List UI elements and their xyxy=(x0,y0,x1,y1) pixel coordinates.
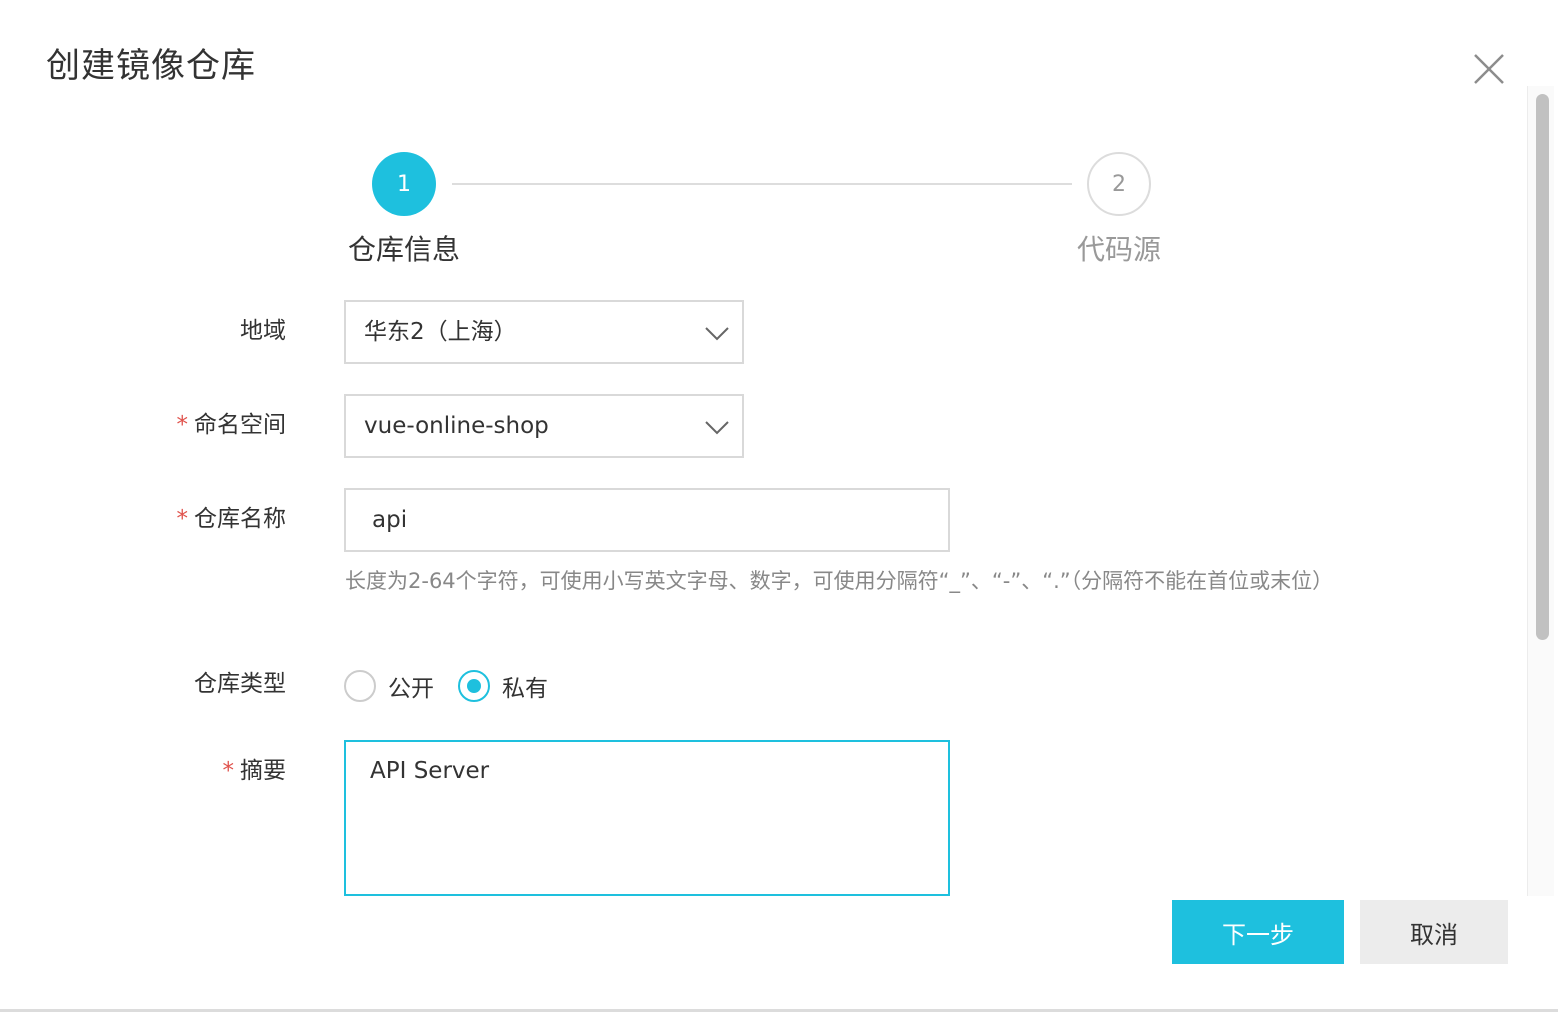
required-mark: * xyxy=(222,758,235,784)
repo-name-help: 长度为2-64个字符，可使用小写英文字母、数字，可使用分隔符“_”、“-”、“.… xyxy=(345,569,1334,593)
scrollbar[interactable] xyxy=(1527,86,1554,896)
scrollbar-thumb[interactable] xyxy=(1536,94,1549,640)
step-1-label: 仓库信息 xyxy=(347,233,460,266)
step-2-label: 代码源 xyxy=(1076,233,1161,266)
chevron-down-icon xyxy=(705,327,729,341)
region-select[interactable]: 华东2（上海） xyxy=(344,300,744,364)
summary-textarea[interactable]: API Server xyxy=(344,740,950,896)
radio-option-private[interactable]: 私有 xyxy=(458,669,548,703)
next-step-button[interactable]: 下一步 xyxy=(1172,900,1344,964)
namespace-select[interactable]: vue-online-shop xyxy=(344,394,744,458)
required-mark: * xyxy=(176,506,189,532)
step-1-indicator: 1 xyxy=(372,152,436,216)
dialog-title: 创建镜像仓库 xyxy=(46,46,256,86)
radio-public-label: 公开 xyxy=(388,676,434,702)
namespace-label: * 命名空间 xyxy=(176,412,287,438)
repo-type-label: 仓库类型 xyxy=(194,671,286,697)
chevron-down-icon xyxy=(705,421,729,435)
summary-label: * 摘要 xyxy=(222,758,287,784)
radio-private[interactable] xyxy=(458,670,490,702)
repo-name-input[interactable] xyxy=(344,488,950,552)
radio-option-public[interactable]: 公开 xyxy=(344,669,434,703)
cancel-button[interactable]: 取消 xyxy=(1360,900,1508,964)
radio-public[interactable] xyxy=(344,670,376,702)
close-icon xyxy=(1474,54,1504,84)
repo-name-label: * 仓库名称 xyxy=(176,506,287,532)
step-connector xyxy=(452,183,1072,185)
region-select-value: 华东2（上海） xyxy=(364,319,517,345)
create-repo-dialog: 创建镜像仓库 1 2 仓库信息 代码源 地域 华东2（上海） * 命名空间 vue… xyxy=(0,0,1558,1012)
radio-private-label: 私有 xyxy=(502,676,548,702)
namespace-select-value: vue-online-shop xyxy=(364,413,549,439)
region-label: 地域 xyxy=(240,318,286,344)
step-2-indicator: 2 xyxy=(1087,152,1151,216)
close-button[interactable] xyxy=(1466,46,1512,92)
repo-type-radio-group: 公开 私有 xyxy=(344,668,572,704)
required-mark: * xyxy=(176,412,189,438)
